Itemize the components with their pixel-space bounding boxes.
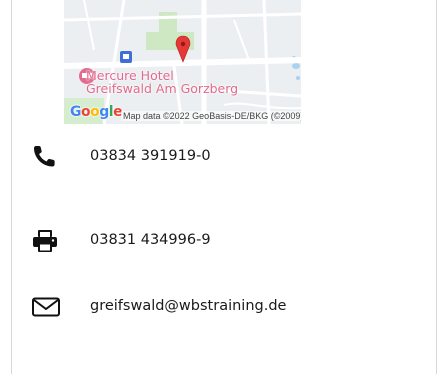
phone-icon (31, 145, 61, 169)
location-map[interactable]: Mercure Hotel Greifswald Am Gorzberg Goo… (64, 0, 301, 124)
map-attribution[interactable]: Map data ©2022 GeoBasis-DE/BKG (©2009) (121, 111, 301, 121)
printer-icon (31, 229, 61, 253)
google-logo[interactable]: Google (70, 104, 123, 120)
logo-letter: g (99, 104, 109, 120)
contact-phone-row: 03834 391919-0 (0, 143, 448, 171)
envelope-icon (31, 295, 61, 319)
logo-letter: o (81, 104, 91, 120)
logo-letter: o (90, 104, 100, 120)
phone-number-link[interactable]: 03834 391919-0 (90, 148, 211, 164)
contact-email-row: greifswald@wbstraining.de (0, 293, 448, 321)
map-poi-label[interactable]: Mercure Hotel Greifswald Am Gorzberg (86, 69, 238, 95)
poi-name-line2: Greifswald Am Gorzberg (86, 81, 239, 96)
email-link[interactable]: greifswald@wbstraining.de (90, 298, 286, 314)
contact-fax-row: 03831 434996-9 (0, 227, 448, 255)
logo-letter: G (70, 104, 82, 120)
fax-number: 03831 434996-9 (90, 232, 211, 248)
